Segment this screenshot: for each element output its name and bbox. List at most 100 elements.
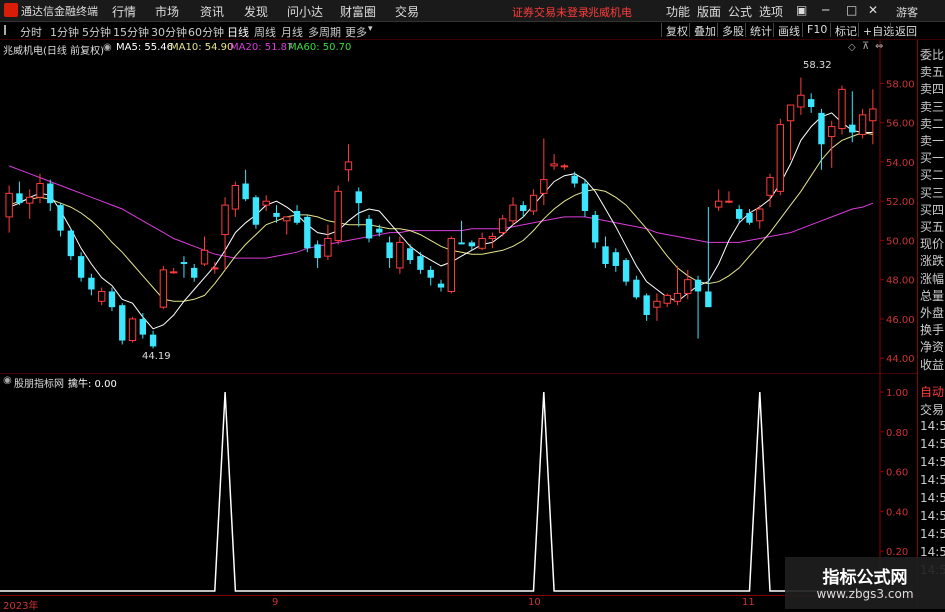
candle-body-up [786, 104, 795, 122]
login-status[interactable]: 证券交易未登录 [512, 4, 589, 20]
menu-item-news[interactable]: 资讯 [200, 3, 224, 20]
minimize-icon[interactable]: ─ [822, 3, 829, 17]
candle-body-down [592, 214, 599, 243]
settings-icon[interactable]: ▣ [796, 3, 807, 17]
candle-body-up [324, 237, 332, 257]
candle-body-up [396, 241, 404, 269]
quote-label: 买一 [920, 151, 945, 166]
tool-back-button[interactable]: 返回 [890, 23, 917, 38]
quote-label: 外盘 [920, 306, 945, 320]
auto-trade-label[interactable]: 交易 [920, 401, 945, 418]
menu-item-formula[interactable]: 公式 [728, 3, 752, 20]
candle-body-down [88, 277, 95, 290]
main-chart-panel[interactable]: 58.00 56.00 54.00 52.00 50.00 48.00 46.00 44.00… [0, 40, 917, 373]
tool-multi-stock-button[interactable]: 多股 [717, 23, 744, 38]
candle-body-down [622, 260, 630, 282]
indicator-chart[interactable]: 1.000.800.600.400.20 [0, 372, 917, 595]
candle-body-up [499, 218, 507, 234]
auto-trade-label[interactable]: 自动 [920, 383, 945, 400]
menu-item-wealth[interactable]: 财富圈 [340, 3, 376, 20]
candle-body-down [458, 242, 465, 245]
menu-item-discover[interactable]: 发现 [244, 3, 268, 20]
period-tab-15min[interactable]: 15分钟 [113, 24, 149, 40]
tool-stats-button[interactable]: 统计 [745, 23, 772, 38]
maximize-icon[interactable]: □ [846, 3, 857, 17]
menu-item-layout[interactable]: 版面 [697, 3, 721, 20]
watermark: 指标公式网 www.zbgs3.com [785, 557, 945, 609]
chevron-down-icon[interactable]: ▾ [368, 24, 373, 34]
tool-add-watchlist-button[interactable]: +自选 [858, 23, 894, 38]
legend-settings-icon[interactable]: ◉ [103, 42, 112, 53]
menu-item-function[interactable]: 功能 [666, 3, 690, 20]
period-tab-weekly[interactable]: 周线 [254, 24, 276, 40]
menu-item-quotes[interactable]: 行情 [112, 3, 136, 20]
period-tab-1min[interactable]: 1分钟 [50, 24, 79, 40]
menu-item-ask[interactable]: 问小达 [287, 3, 323, 20]
candle-body-down [77, 256, 85, 278]
candle-body-down [242, 183, 249, 200]
candle-body-up [283, 216, 291, 222]
candle-body-up [828, 126, 836, 137]
panel-toggle-icon[interactable] [4, 25, 14, 35]
candle-body-up [169, 271, 178, 274]
period-tab-intraday[interactable]: 分时 [20, 24, 42, 40]
candle-body-up [36, 183, 44, 198]
period-tab-5min[interactable]: 5分钟 [82, 24, 111, 40]
ma10-line [8, 131, 873, 302]
tool-adjust-button[interactable]: 复权 [661, 23, 688, 38]
candle-body-down [314, 244, 321, 259]
candle-body-down [427, 269, 434, 278]
period-tab-daily[interactable]: 日线 [227, 24, 249, 40]
candle-body-up [684, 279, 692, 294]
candle-body-up [714, 200, 723, 208]
legend-ma60: MA60: 50.70 [288, 42, 352, 53]
period-tab-60min[interactable]: 60分钟 [188, 24, 224, 40]
tool-draw-button[interactable]: 画线 [773, 23, 800, 38]
date-label: 2023年 [3, 601, 39, 612]
ma20-line [8, 165, 874, 259]
candle-body-down [849, 124, 856, 133]
close-icon[interactable]: ✕ [868, 3, 878, 17]
quote-label: 现价 [920, 237, 945, 252]
candle-body-up [159, 269, 168, 308]
tool-f10-button[interactable]: F10 [802, 23, 827, 37]
candle-body-up [344, 161, 353, 171]
indicator-tick-label: 1.00 [886, 388, 908, 399]
candle-body-down [406, 248, 414, 261]
indicator-panel[interactable]: 1.00 0.80 0.60 0.40 0.20 ◉ 股朋指标网 擒牛: 0.00 [0, 372, 917, 595]
guest-label[interactable]: 游客 [896, 4, 918, 20]
tool-mark-button[interactable]: 标记 [830, 23, 857, 38]
quote-label: 涨跌 [920, 254, 945, 269]
indicator-value: 擒牛: 0.00 [68, 379, 117, 390]
period-tab-monthly[interactable]: 月线 [281, 24, 303, 40]
candle-body-down [746, 212, 753, 223]
candle-body-down [807, 99, 815, 107]
candle-body-up [776, 124, 785, 192]
menu-item-options[interactable]: 选项 [759, 3, 783, 20]
menu-item-trade[interactable]: 交易 [395, 3, 419, 20]
candle-body-up [663, 294, 671, 304]
indicator-settings-icon[interactable]: ◉ [3, 375, 12, 386]
candle-body-up [869, 108, 877, 122]
diamond-icon[interactable]: ◇ [848, 42, 856, 53]
quote-label: 卖三 [920, 99, 945, 114]
quote-label: 买四 [920, 202, 945, 217]
tool-overlay-button[interactable]: 叠加 [689, 23, 716, 38]
expand-icon[interactable]: ⇔ [875, 41, 883, 52]
candle-body-down [119, 305, 126, 341]
watermark-url: www.zbgs3.com [816, 587, 914, 601]
collapse-up-icon[interactable]: ⊼ [862, 41, 869, 52]
candlestick-chart[interactable]: 58.00 56.00 54.00 52.00 50.00 48.00 46.00 44.00 [0, 40, 917, 373]
indicator-tick-label: 0.40 [886, 507, 908, 518]
period-tab-more[interactable]: 更多 [345, 24, 367, 40]
quote-panel[interactable]: 委比 卖五 卖四 卖三 卖二 卖一 买一 买二 买三 买四 买五 现价 涨跌 涨幅 总量 外盘 换手 净资 收益 自动… [917, 40, 945, 609]
candle-body-down [293, 211, 301, 223]
period-tab-30min[interactable]: 30分钟 [151, 24, 187, 40]
candle-body-down [149, 334, 157, 347]
menu-item-market[interactable]: 市场 [155, 3, 179, 20]
period-tab-multi[interactable]: 多周期 [308, 24, 341, 40]
quote-label: 买三 [920, 185, 945, 200]
candle-body-down [365, 218, 373, 239]
price-tick-label: 46.00 [886, 315, 915, 326]
candle-body-up [478, 237, 486, 249]
